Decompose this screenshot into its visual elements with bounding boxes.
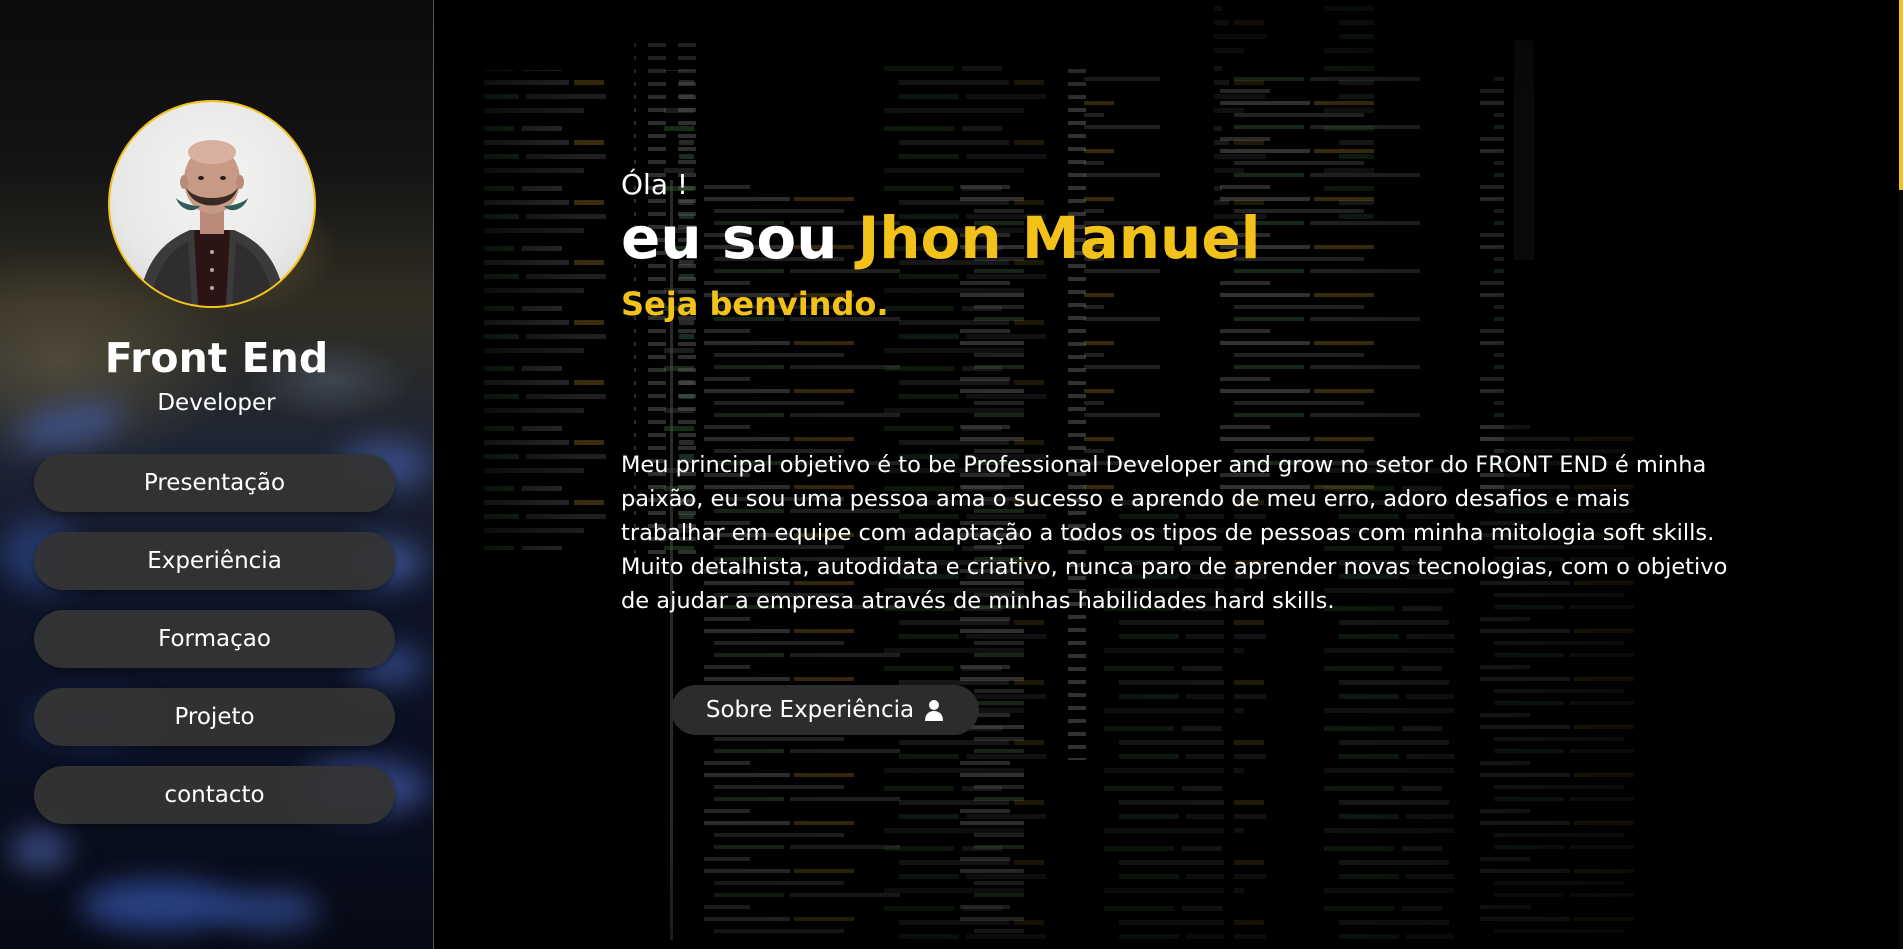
sidebar-nav: Presentação Experiência Formaçao Projeto… [34,454,395,844]
headline-prefix: eu sou [621,204,838,272]
nav-contacto-button[interactable]: contacto [34,766,395,824]
sidebar: Front End Developer Presentação Experiên… [0,0,434,949]
scrollbar-thumb[interactable] [1899,0,1903,190]
user-icon [924,699,944,721]
profile-avatar [108,100,316,308]
cta-label: Sobre Experiência [705,697,915,723]
welcome-text: Seja benvindo. [621,284,889,323]
greeting-text: Óla ! [621,168,689,201]
nav-formacao-button[interactable]: Formaçao [34,610,395,668]
scrollbar-track[interactable] [1899,0,1903,949]
headline: eu sou Jhon Manuel [621,204,1741,272]
nav-projeto-button[interactable]: Projeto [34,688,395,746]
bio-paragraph: Meu principal objetivo é to be Professio… [621,452,1728,614]
portfolio-page: Front End Developer Presentação Experiên… [0,0,1903,949]
role-title: Front End [104,334,329,382]
about-experience-button[interactable]: Sobre Experiência [671,685,979,735]
hero-section: Óla ! eu sou Jhon Manuel Seja benvindo. [621,168,1741,323]
main-content: Óla ! eu sou Jhon Manuel Seja benvindo. … [434,0,1903,949]
developer-name: Jhon Manuel [857,204,1261,272]
role-subtitle: Developer [157,390,276,416]
nav-presentacao-button[interactable]: Presentação [34,454,395,512]
nav-experiencia-button[interactable]: Experiência [34,532,395,590]
